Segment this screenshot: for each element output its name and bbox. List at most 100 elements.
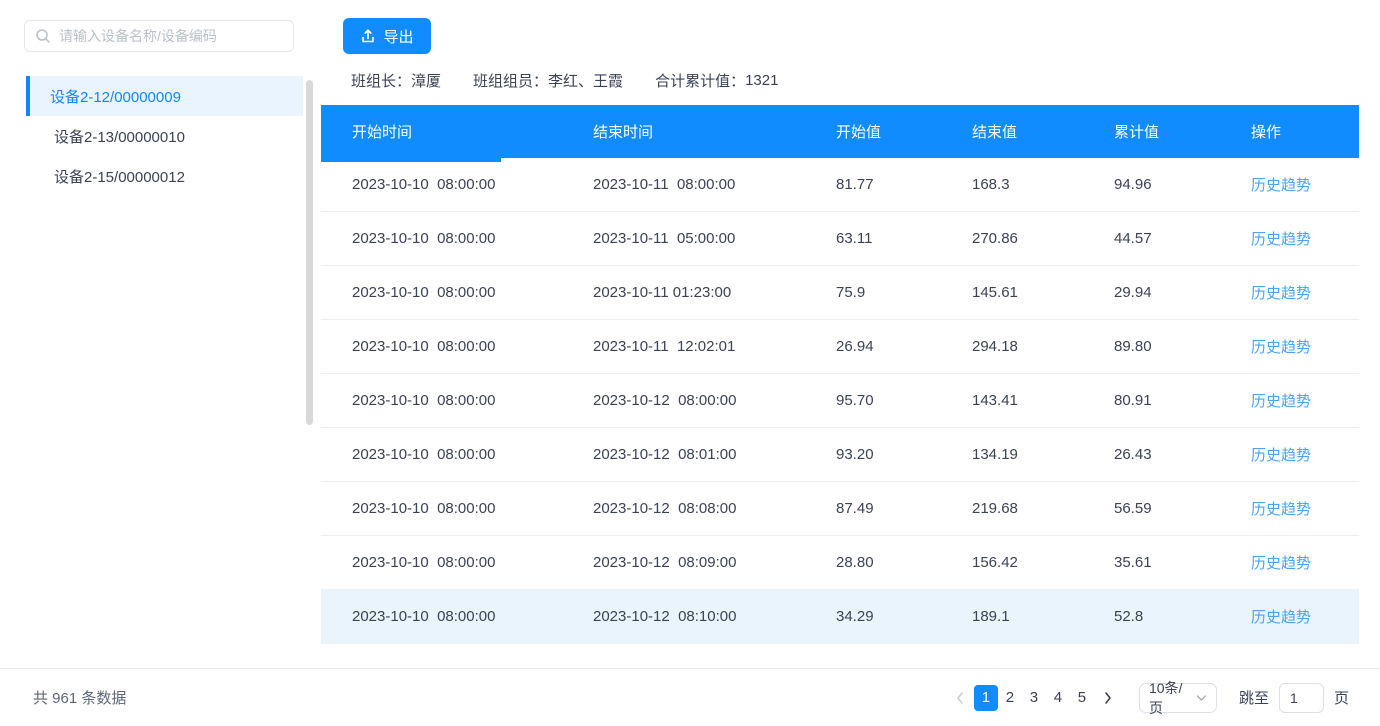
history-trend-link[interactable]: 历史趋势 — [1251, 606, 1311, 627]
team-members: 班组组员：李红、王霞 — [473, 70, 623, 91]
history-trend-link[interactable]: 历史趋势 — [1251, 174, 1311, 195]
cell-start-value: 63.11 — [805, 212, 941, 265]
pagination: 12345 10条/页 跳至 页 — [951, 683, 1349, 713]
team-members-value: 李红、王霞 — [548, 70, 623, 91]
cumulative-total: 合计累计值：1321 — [655, 70, 778, 91]
cell-start-value: 28.80 — [805, 536, 941, 589]
cell-end-value: 189.1 — [941, 590, 1083, 643]
cell-action: 历史趋势 — [1220, 374, 1359, 427]
cell-action: 历史趋势 — [1220, 590, 1359, 643]
cell-start-value: 34.29 — [805, 590, 941, 643]
cell-start-value: 95.70 — [805, 374, 941, 427]
main-content: 导出 班组长：漳厦 班组组员：李红、王霞 合计累计值：1321 开始时间结束时间… — [320, 0, 1380, 668]
device-sidebar: 设备2-12/00000009设备2-13/00000010 设备2-15/000… — [0, 0, 320, 726]
cell-end-time: 2023-10-12 08:08:00 — [562, 482, 805, 535]
table-row: 2023-10-10 08:00:002023-10-12 08:08:0087… — [321, 482, 1359, 536]
cell-action: 历史趋势 — [1220, 266, 1359, 319]
table-footer: 共 961 条数据 12345 10条/页 跳至 页 — [0, 668, 1380, 726]
table-row: 2023-10-10 08:00:002023-10-11 12:02:0126… — [321, 320, 1359, 374]
column-header[interactable]: 开始值 — [805, 105, 941, 158]
table-row: 2023-10-10 08:00:002023-10-12 08:09:0028… — [321, 536, 1359, 590]
history-trend-link[interactable]: 历史趋势 — [1251, 498, 1311, 519]
export-upload-icon — [360, 28, 376, 44]
page-button[interactable]: 2 — [998, 685, 1022, 711]
table-row: 2023-10-10 08:00:002023-10-11 01:23:0075… — [321, 266, 1359, 320]
cell-start-value: 75.9 — [805, 266, 941, 319]
cell-end-time: 2023-10-11 01:23:00 — [562, 266, 805, 319]
device-data-page: 设备2-12/00000009设备2-13/00000010 设备2-15/000… — [0, 0, 1380, 726]
team-members-label: 班组组员： — [473, 70, 548, 91]
page-buttons: 12345 — [974, 685, 1094, 711]
export-button[interactable]: 导出 — [343, 18, 431, 54]
cell-start-time: 2023-10-10 08:00:00 — [321, 428, 562, 481]
cell-end-time: 2023-10-12 08:10:00 — [562, 590, 805, 643]
cell-start-time: 2023-10-10 08:00:00 — [321, 212, 562, 265]
device-list-item[interactable]: 设备2-15/00000012 — [26, 156, 303, 196]
page-button[interactable]: 4 — [1046, 685, 1070, 711]
history-trend-link[interactable]: 历史趋势 — [1251, 444, 1311, 465]
team-leader: 班组长：漳厦 — [351, 70, 441, 91]
prev-page-button[interactable] — [951, 685, 969, 711]
device-search-box[interactable] — [24, 20, 294, 52]
cell-cumulative-value: 29.94 — [1083, 266, 1220, 319]
next-page-button[interactable] — [1099, 685, 1117, 711]
table-row: 2023-10-10 08:00:002023-10-11 08:00:0081… — [321, 158, 1359, 212]
cell-action: 历史趋势 — [1220, 320, 1359, 373]
cumulative-total-value: 1321 — [745, 72, 778, 89]
team-summary: 班组长：漳厦 班组组员：李红、王霞 合计累计值：1321 — [351, 70, 778, 91]
device-list: 设备2-12/00000009设备2-13/00000010 设备2-15/000… — [26, 76, 303, 196]
cell-cumulative-value: 52.8 — [1083, 590, 1220, 643]
history-trend-link[interactable]: 历史趋势 — [1251, 228, 1311, 249]
device-list-item[interactable]: 设备2-13/00000010 — [26, 116, 303, 156]
history-trend-link[interactable]: 历史趋势 — [1251, 390, 1311, 411]
cell-start-time: 2023-10-10 08:00:00 — [321, 158, 562, 211]
page-button[interactable]: 3 — [1022, 685, 1046, 711]
cell-action: 历史趋势 — [1220, 212, 1359, 265]
cell-start-time: 2023-10-10 08:00:00 — [321, 536, 562, 589]
page-size-select[interactable]: 10条/页 — [1139, 683, 1217, 713]
column-header[interactable]: 开始时间 — [321, 105, 562, 158]
column-header[interactable]: 操作 — [1220, 105, 1359, 158]
cell-end-value: 270.86 — [941, 212, 1083, 265]
cell-start-value: 93.20 — [805, 428, 941, 481]
table-row: 2023-10-10 08:00:002023-10-12 08:00:0095… — [321, 374, 1359, 428]
chevron-right-icon — [1103, 691, 1113, 705]
cell-action: 历史趋势 — [1220, 158, 1359, 211]
table-header-row: 开始时间结束时间开始值结束值累计值操作 — [321, 105, 1359, 158]
table-row: 2023-10-10 08:00:002023-10-12 08:01:0093… — [321, 428, 1359, 482]
cell-action: 历史趋势 — [1220, 428, 1359, 481]
history-trend-link[interactable]: 历史趋势 — [1251, 336, 1311, 357]
cell-end-time: 2023-10-12 08:00:00 — [562, 374, 805, 427]
cell-cumulative-value: 35.61 — [1083, 536, 1220, 589]
cell-cumulative-value: 94.96 — [1083, 158, 1220, 211]
data-table: 开始时间结束时间开始值结束值累计值操作 2023-10-10 08:00:002… — [321, 105, 1359, 644]
export-button-label: 导出 — [383, 26, 413, 47]
cell-end-time: 2023-10-12 08:01:00 — [562, 428, 805, 481]
sidebar-scrollbar[interactable] — [306, 80, 313, 425]
page-button[interactable]: 1 — [974, 685, 998, 711]
cell-start-value: 87.49 — [805, 482, 941, 535]
history-trend-link[interactable]: 历史趋势 — [1251, 552, 1311, 573]
cumulative-total-label: 合计累计值： — [655, 70, 745, 91]
cell-cumulative-value: 89.80 — [1083, 320, 1220, 373]
column-header[interactable]: 结束时间 — [562, 105, 805, 158]
cell-start-time: 2023-10-10 08:00:00 — [321, 590, 562, 643]
cell-end-value: 168.3 — [941, 158, 1083, 211]
column-header[interactable]: 累计值 — [1083, 105, 1220, 158]
chevron-left-icon — [955, 691, 965, 705]
team-leader-label: 班组长： — [351, 70, 411, 91]
device-list-item[interactable]: 设备2-12/00000009 — [26, 76, 303, 116]
column-header[interactable]: 结束值 — [941, 105, 1083, 158]
cell-start-time: 2023-10-10 08:00:00 — [321, 374, 562, 427]
table-row: 2023-10-10 08:00:002023-10-11 05:00:0063… — [321, 212, 1359, 266]
cell-action: 历史趋势 — [1220, 536, 1359, 589]
table-body: 2023-10-10 08:00:002023-10-11 08:00:0081… — [321, 158, 1359, 644]
cell-cumulative-value: 26.43 — [1083, 428, 1220, 481]
device-label: 设备2-15/00000012 — [54, 166, 185, 187]
jump-page-input[interactable] — [1279, 683, 1324, 713]
cell-start-time: 2023-10-10 08:00:00 — [321, 320, 562, 373]
cell-end-time: 2023-10-11 05:00:00 — [562, 212, 805, 265]
page-button[interactable]: 5 — [1070, 685, 1094, 711]
device-search-input[interactable] — [59, 28, 283, 44]
history-trend-link[interactable]: 历史趋势 — [1251, 282, 1311, 303]
